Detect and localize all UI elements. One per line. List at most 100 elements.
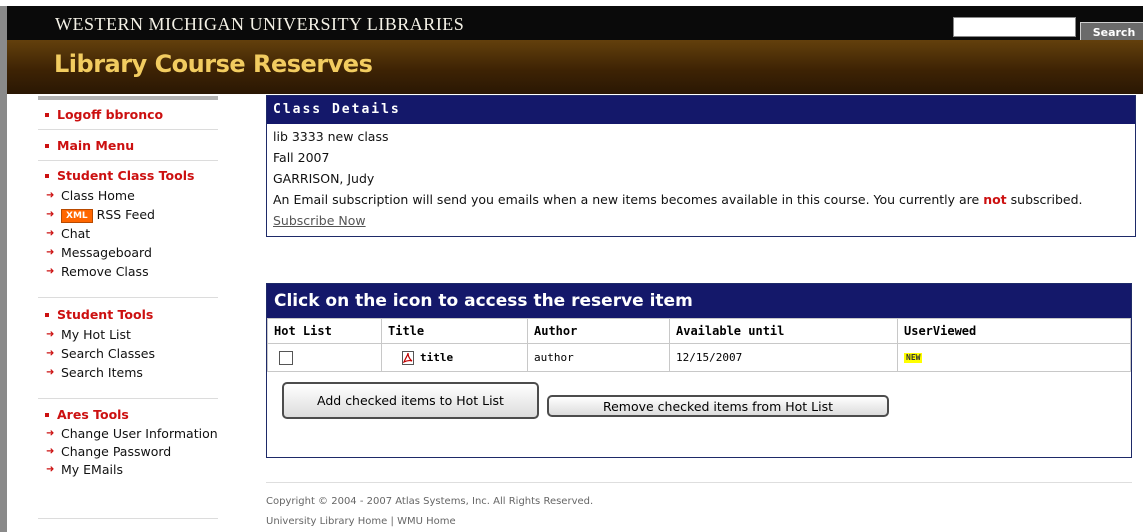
pdf-icon[interactable] [402, 350, 414, 365]
sidebar-item-search-items[interactable]: ➜ Search Items [38, 363, 218, 382]
new-badge: NEW [904, 353, 923, 363]
table-row: title author 12/15/2007 NEW [267, 343, 1131, 372]
subscribe-now-link[interactable]: Subscribe Now [273, 213, 366, 228]
arrow-icon: ➜ [46, 367, 55, 378]
reserve-items-panel: Click on the icon to access the reserve … [266, 283, 1132, 458]
arrow-icon: ➜ [46, 228, 55, 239]
arrow-icon: ➜ [46, 209, 55, 220]
arrow-icon: ➜ [46, 190, 55, 201]
class-details-heading: Class Details [267, 96, 1135, 124]
sidebar-item-label: My Hot List [61, 327, 131, 342]
hot-list-actions: Add checked items to Hot List Remove che… [267, 372, 1131, 442]
bullet-icon [45, 143, 49, 148]
footer-separator: | [390, 516, 394, 527]
university-name: WESTERN MICHIGAN UNIVERSITY LIBRARIES [55, 14, 465, 34]
arrow-icon: ➜ [46, 266, 55, 277]
reserve-items-heading: Click on the icon to access the reserve … [267, 284, 1131, 318]
sidebar-item-main-menu[interactable]: Main Menu [38, 137, 218, 155]
sidebar-item-label: Search Items [61, 365, 143, 380]
sidebar-item-label: Class Home [61, 188, 135, 203]
user-viewed-cell: NEW [897, 343, 1131, 372]
column-header-title[interactable]: Title [381, 318, 528, 344]
divider [38, 297, 218, 298]
column-header-available-until[interactable]: Available until [669, 318, 898, 344]
left-border [0, 6, 7, 532]
course-name: lib 3333 new class [273, 129, 389, 144]
sidebar-item-label: Chat [61, 226, 91, 241]
arrow-icon: ➜ [46, 247, 55, 258]
sidebar-item-label: My EMails [61, 462, 123, 477]
divider [38, 398, 218, 399]
subscribe-row: Subscribe Now [267, 210, 1135, 231]
sidebar-item-search-classes[interactable]: ➜ Search Classes [38, 344, 218, 363]
item-author: author [527, 343, 670, 372]
search-input[interactable] [953, 17, 1076, 37]
student-tools-section: Student Tools ➜ My Hot List ➜ Search Class… [38, 307, 218, 382]
bullet-icon [45, 112, 49, 117]
main-menu-link[interactable]: Main Menu [57, 138, 134, 153]
sidebar-item-rss-feed[interactable]: ➜ XML RSS Feed [38, 205, 218, 224]
ares-tools-section: Ares Tools ➜ Change User Information ➜ Cha… [38, 407, 218, 479]
sidebar-item-label: Search Classes [61, 346, 156, 361]
sidebar-item-label: RSS Feed [96, 207, 155, 222]
divider [38, 160, 218, 161]
arrow-icon: ➜ [46, 329, 55, 340]
subscription-not: not [983, 192, 1007, 207]
sidebar-top-rule [38, 96, 218, 100]
sidebar-item-chat[interactable]: ➜ Chat [38, 224, 218, 243]
top-bar: WESTERN MICHIGAN UNIVERSITY LIBRARIES Se… [7, 6, 1143, 43]
sidebar-item-label: Messageboard [61, 245, 152, 260]
student-class-tools-section: Student Class Tools ➜ Class Home ➜ XML RSS … [38, 168, 218, 281]
banner: Library Course Reserves [7, 40, 1143, 94]
subscription-text: An Email subscription will send you emai… [273, 192, 984, 207]
copyright-text: Copyright © 2004 - 2007 Atlas Systems, I… [266, 496, 594, 507]
reserve-items-table: Hot List Title Author Available until Us… [267, 318, 1131, 372]
class-details-panel: Class Details lib 3333 new class Fall 20… [266, 95, 1136, 237]
xml-feed-icon[interactable]: XML [61, 209, 93, 223]
bullet-icon [45, 173, 49, 178]
hot-list-checkbox[interactable] [279, 350, 293, 365]
add-to-hot-list-button[interactable]: Add checked items to Hot List [282, 382, 539, 419]
subscription-text-end: subscribed. [1006, 192, 1083, 207]
arrow-icon: ➜ [46, 446, 55, 457]
footer-divider [266, 482, 1132, 483]
column-header-user-viewed[interactable]: UserViewed [897, 318, 1131, 344]
sidebar-item-my-hot-list[interactable]: ➜ My Hot List [38, 325, 218, 344]
column-header-hot-list[interactable]: Hot List [267, 318, 382, 344]
divider [38, 129, 218, 130]
footer-links: University Library Home | WMU Home [266, 516, 456, 527]
section-title: Student Tools [57, 307, 154, 322]
course-term: Fall 2007 [273, 150, 330, 165]
library-home-link[interactable]: University Library Home [266, 516, 387, 527]
sidebar-item-remove-class[interactable]: ➜ Remove Class [38, 262, 218, 281]
sidebar-item-change-password[interactable]: ➜ Change Password [38, 443, 218, 461]
logoff-link[interactable]: Logoff bbronco [57, 107, 163, 122]
wmu-home-link[interactable]: WMU Home [397, 516, 456, 527]
title-cell: title [381, 343, 528, 372]
sidebar-item-my-emails[interactable]: ➜ My EMails [38, 461, 218, 479]
sidebar-item-label: Change Password [61, 444, 172, 459]
bullet-icon [45, 312, 49, 317]
remove-from-hot-list-button[interactable]: Remove checked items from Hot List [547, 395, 889, 417]
sidebar-item-class-home[interactable]: ➜ Class Home [38, 186, 218, 205]
bullet-icon [45, 412, 49, 417]
arrow-icon: ➜ [46, 428, 55, 439]
section-title: Ares Tools [57, 407, 129, 422]
arrow-icon: ➜ [46, 464, 55, 475]
sidebar-item-label: Remove Class [61, 264, 149, 279]
sidebar-item-label: Change User Information [61, 426, 218, 441]
column-header-author[interactable]: Author [527, 318, 670, 344]
section-title: Student Class Tools [57, 168, 195, 183]
sidebar-item-logoff[interactable]: Logoff bbronco [38, 106, 218, 124]
course-instructor: GARRISON, Judy [273, 171, 375, 186]
sidebar-item-messageboard[interactable]: ➜ Messageboard [38, 243, 218, 262]
divider [38, 518, 218, 519]
page: WESTERN MICHIGAN UNIVERSITY LIBRARIES Se… [0, 0, 1143, 532]
subscription-status: An Email subscription will send you emai… [267, 189, 1135, 210]
arrow-icon: ➜ [46, 348, 55, 359]
table-header-row: Hot List Title Author Available until Us… [267, 318, 1131, 344]
item-available-until: 12/15/2007 [669, 343, 898, 372]
sidebar-item-change-user-information[interactable]: ➜ Change User Information [38, 425, 218, 443]
item-title[interactable]: title [420, 351, 453, 364]
page-title: Library Course Reserves [54, 50, 373, 78]
